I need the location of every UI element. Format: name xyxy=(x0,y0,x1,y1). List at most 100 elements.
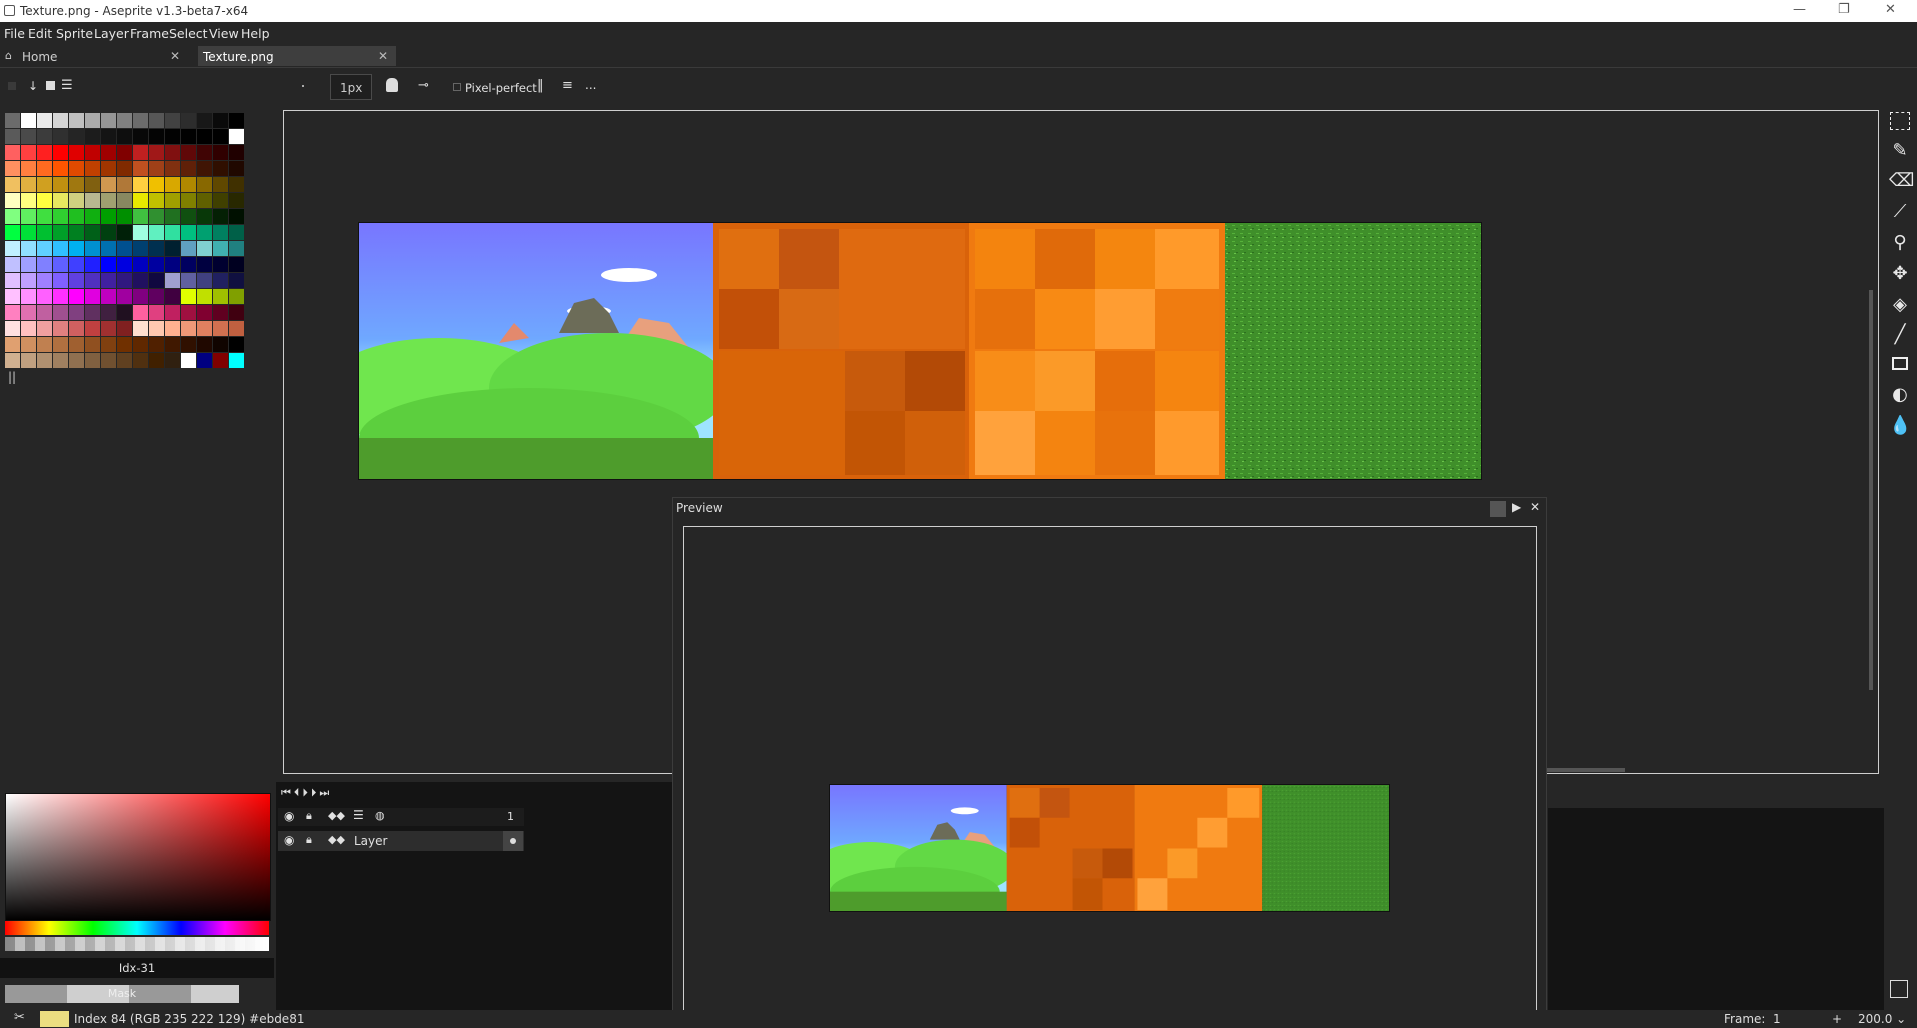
list-menu-icon[interactable]: ☰ xyxy=(61,78,73,93)
palette-swatch[interactable] xyxy=(5,353,20,368)
palette-swatch[interactable] xyxy=(117,353,132,368)
palette-swatch[interactable] xyxy=(101,225,116,240)
palette-swatch[interactable] xyxy=(181,193,196,208)
palette-swatch[interactable] xyxy=(133,273,148,288)
palette-swatch[interactable] xyxy=(21,273,36,288)
palette-swatch[interactable] xyxy=(197,145,212,160)
rectangle-tool-icon[interactable] xyxy=(1889,354,1911,376)
palette-swatch[interactable] xyxy=(101,129,116,144)
palette-swatch[interactable] xyxy=(69,289,84,304)
palette-swatch[interactable] xyxy=(21,161,36,176)
palette-swatch[interactable] xyxy=(133,257,148,272)
alpha-slider[interactable] xyxy=(5,937,269,951)
palette-swatch[interactable] xyxy=(165,321,180,336)
menu-file[interactable]: File xyxy=(4,26,25,41)
layer-row[interactable]: ◉ 🔒︎ ◆◆ Layer xyxy=(278,831,524,851)
palette-swatch[interactable] xyxy=(165,177,180,192)
palette-swatch[interactable] xyxy=(85,337,100,352)
palette-swatch[interactable] xyxy=(181,113,196,128)
palette-swatch[interactable] xyxy=(101,241,116,256)
palette-swatch[interactable] xyxy=(229,225,244,240)
palette-swatch[interactable] xyxy=(5,161,20,176)
palette-swatch[interactable] xyxy=(133,241,148,256)
palette-swatch[interactable] xyxy=(37,353,52,368)
canvas-vertical-scrollbar[interactable] xyxy=(1869,290,1873,690)
palette-swatch[interactable] xyxy=(229,113,244,128)
palette-swatch[interactable] xyxy=(117,177,132,192)
palette-swatch[interactable] xyxy=(197,337,212,352)
palette-swatch[interactable] xyxy=(181,305,196,320)
symmetry-horizontal-icon[interactable]: ≡ xyxy=(562,78,573,93)
palette-swatch[interactable] xyxy=(133,353,148,368)
palette-swatch[interactable] xyxy=(229,161,244,176)
palette-swatch[interactable] xyxy=(5,337,20,352)
palette-swatch[interactable] xyxy=(133,209,148,224)
zoom-tool-icon[interactable]: ⚲ xyxy=(1889,232,1911,254)
palette-swatch[interactable] xyxy=(37,113,52,128)
palette-swatch[interactable] xyxy=(117,225,132,240)
palette-swatch[interactable] xyxy=(53,113,68,128)
palette-swatch[interactable] xyxy=(69,129,84,144)
palette-swatch[interactable] xyxy=(117,257,132,272)
ink-bottle-icon[interactable] xyxy=(386,78,398,92)
palette-swatch[interactable] xyxy=(5,241,20,256)
preview-fit-icon[interactable] xyxy=(1490,501,1506,517)
palette-swatch[interactable] xyxy=(5,113,20,128)
palette-swatch[interactable] xyxy=(149,129,164,144)
palette-swatch[interactable] xyxy=(21,257,36,272)
onion-skin-icon[interactable]: ◍ xyxy=(375,809,385,822)
palette-swatch[interactable] xyxy=(69,337,84,352)
palette-swatch[interactable] xyxy=(69,177,84,192)
zoom-field[interactable]: 200.0 ⌄ xyxy=(1858,1012,1906,1026)
palette-swatch[interactable] xyxy=(69,113,84,128)
palette-swatch[interactable] xyxy=(197,273,212,288)
palette-swatch[interactable] xyxy=(149,145,164,160)
palette-swatch[interactable] xyxy=(69,273,84,288)
palette-swatch[interactable] xyxy=(181,129,196,144)
palette-swatch[interactable] xyxy=(197,305,212,320)
palette-swatch[interactable] xyxy=(213,177,228,192)
palette-swatch[interactable] xyxy=(53,225,68,240)
palette-swatch[interactable] xyxy=(37,225,52,240)
palette-swatch[interactable] xyxy=(229,321,244,336)
palette-swatch[interactable] xyxy=(133,145,148,160)
palette-swatch[interactable] xyxy=(21,353,36,368)
palette-swatch[interactable] xyxy=(21,209,36,224)
lock-icon[interactable] xyxy=(8,82,16,90)
palette-swatch[interactable] xyxy=(85,145,100,160)
palette-swatch[interactable] xyxy=(69,305,84,320)
palette-swatch[interactable] xyxy=(101,273,116,288)
palette-swatch[interactable] xyxy=(229,129,244,144)
palette-swatch[interactable] xyxy=(165,145,180,160)
palette-swatch[interactable] xyxy=(85,193,100,208)
menu-sprite[interactable]: Sprite xyxy=(56,26,93,41)
palette-swatch[interactable] xyxy=(213,289,228,304)
palette-swatch[interactable] xyxy=(101,321,116,336)
preview-close-icon[interactable]: ✕ xyxy=(1530,500,1540,514)
palette-swatch[interactable] xyxy=(5,289,20,304)
palette-swatch[interactable] xyxy=(133,161,148,176)
palette-swatch[interactable] xyxy=(85,353,100,368)
palette-swatch[interactable] xyxy=(181,257,196,272)
palette-swatch[interactable] xyxy=(117,161,132,176)
palette-resize-handle-icon[interactable]: || xyxy=(8,370,16,384)
palette-swatch[interactable] xyxy=(101,289,116,304)
palette-swatch[interactable] xyxy=(5,177,20,192)
palette-swatch[interactable] xyxy=(213,225,228,240)
palette-swatch[interactable] xyxy=(101,193,116,208)
palette-swatch[interactable] xyxy=(85,209,100,224)
tab-home-close-icon[interactable]: ✕ xyxy=(170,49,180,63)
palette-swatch[interactable] xyxy=(213,145,228,160)
palette-swatch[interactable] xyxy=(37,193,52,208)
blur-drop-tool-icon[interactable]: 💧 xyxy=(1889,415,1911,437)
palette-swatch[interactable] xyxy=(165,273,180,288)
palette-swatch[interactable] xyxy=(197,241,212,256)
palette-swatch[interactable] xyxy=(165,225,180,240)
palette-swatch[interactable] xyxy=(149,113,164,128)
palette-swatch[interactable] xyxy=(21,113,36,128)
palette-swatch[interactable] xyxy=(101,257,116,272)
preview-play-icon[interactable]: ▶ xyxy=(1512,500,1521,514)
new-file-icon[interactable] xyxy=(46,81,55,90)
color-palette[interactable] xyxy=(5,113,263,368)
palette-swatch[interactable] xyxy=(213,161,228,176)
